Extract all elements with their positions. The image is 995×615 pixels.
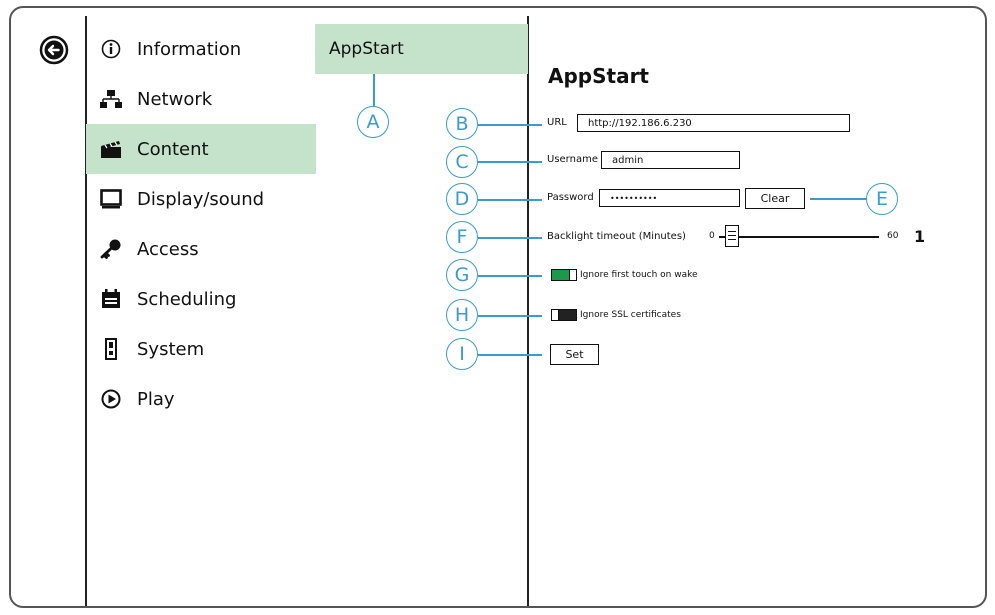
callout-b-leader xyxy=(478,124,542,126)
password-input[interactable]: •••••••••• xyxy=(599,189,740,207)
nav-item-play[interactable]: Play xyxy=(86,374,316,424)
network-icon xyxy=(100,88,122,110)
nav-item-network[interactable]: Network xyxy=(86,74,316,124)
callout-g-leader xyxy=(478,275,542,277)
nav-item-label: Information xyxy=(137,38,242,60)
callout-i-leader xyxy=(478,354,542,356)
ignore-ssl-label: Ignore SSL certificates xyxy=(580,310,681,320)
nav-item-label: Content xyxy=(137,138,209,160)
monitor-icon xyxy=(100,188,122,210)
callout-a: A xyxy=(357,106,389,138)
nav-item-information[interactable]: Information xyxy=(86,24,316,74)
back-button[interactable] xyxy=(39,35,69,65)
slider-value: 1 xyxy=(914,227,926,246)
nav-item-scheduling[interactable]: Scheduling xyxy=(86,274,316,324)
username-label: Username xyxy=(547,154,598,165)
nav-item-label: Access xyxy=(137,238,199,260)
key-icon xyxy=(100,238,122,260)
nav-item-label: Network xyxy=(137,88,213,110)
callout-e: E xyxy=(866,183,898,215)
ignore-touch-label: Ignore first touch on wake xyxy=(580,270,698,280)
password-label: Password xyxy=(547,192,594,203)
slider-min-label: 0 xyxy=(709,231,715,241)
callout-f-leader xyxy=(478,237,542,239)
callout-h: H xyxy=(446,299,478,331)
callout-d-leader xyxy=(478,199,542,201)
callout-e-leader xyxy=(810,198,866,200)
ignore-ssl-toggle[interactable] xyxy=(551,309,577,321)
callout-c: C xyxy=(446,146,478,178)
clapperboard-icon xyxy=(100,138,122,160)
callout-g: G xyxy=(446,259,478,291)
nav-item-display-sound[interactable]: Display/sound xyxy=(86,174,316,224)
nav-item-label: System xyxy=(137,338,205,360)
nav-item-system[interactable]: System xyxy=(86,324,316,374)
callout-c-leader xyxy=(478,161,542,163)
clear-button[interactable]: Clear xyxy=(745,188,805,209)
callout-h-leader xyxy=(478,315,542,317)
username-input[interactable]: admin xyxy=(601,151,740,169)
calendar-icon xyxy=(100,288,122,310)
device-icon xyxy=(100,338,122,360)
url-label: URL xyxy=(547,117,567,128)
callout-f: F xyxy=(446,221,478,253)
info-icon xyxy=(100,38,122,60)
toggle-knob xyxy=(551,309,559,321)
callout-d: D xyxy=(446,183,478,215)
nav-item-label: Play xyxy=(137,388,175,410)
set-button[interactable]: Set xyxy=(550,344,599,365)
nav-item-content[interactable]: Content xyxy=(86,124,316,174)
callout-i: I xyxy=(446,338,478,370)
nav-item-label: Display/sound xyxy=(137,188,265,210)
slider-thumb[interactable] xyxy=(725,225,739,247)
toggle-knob xyxy=(569,269,577,281)
callout-a-leader xyxy=(373,74,375,106)
play-icon xyxy=(100,388,122,410)
ignore-touch-toggle[interactable] xyxy=(551,269,577,281)
nav-item-label: Scheduling xyxy=(137,288,237,310)
slider-track[interactable] xyxy=(719,236,879,238)
arrow-left-circle-icon xyxy=(39,35,69,65)
slider-max-label: 60 xyxy=(887,231,899,241)
nav-item-access[interactable]: Access xyxy=(86,224,316,274)
submenu-item-appstart[interactable]: AppStart xyxy=(315,24,528,74)
submenu-item-label: AppStart xyxy=(329,39,404,59)
page-title: AppStart xyxy=(548,64,649,88)
backlight-label: Backlight timeout (Minutes) xyxy=(547,231,686,242)
panel-divider xyxy=(527,16,529,606)
callout-b: B xyxy=(446,108,478,140)
url-input[interactable]: http://192.186.6.230 xyxy=(577,114,850,132)
